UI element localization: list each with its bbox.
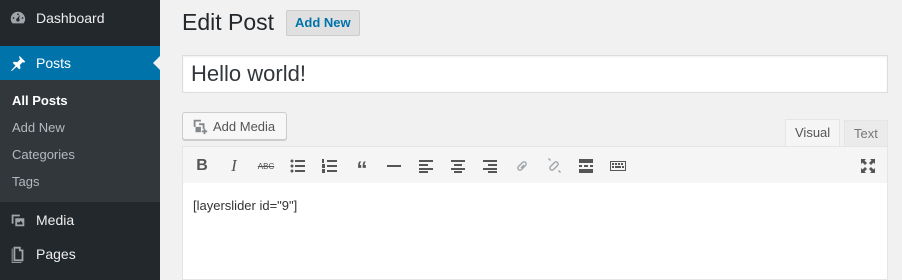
menu-media[interactable]: Media xyxy=(0,203,160,237)
strikethrough-icon[interactable]: ABC xyxy=(254,154,278,178)
menu-dashboard[interactable]: Dashboard xyxy=(0,1,160,35)
admin-sidebar: Dashboard Posts All Posts Add New Catego… xyxy=(0,0,160,280)
align-left-icon[interactable] xyxy=(414,154,438,178)
menu-posts-label: Posts xyxy=(36,55,72,71)
numbered-list-icon[interactable] xyxy=(318,154,342,178)
editor-text: [layerslider id="9"] xyxy=(193,198,298,213)
submenu-tags[interactable]: Tags xyxy=(12,174,39,189)
horizontal-line-icon[interactable] xyxy=(382,154,406,178)
menu-pages[interactable]: Pages xyxy=(0,237,160,271)
menu-posts[interactable]: Posts xyxy=(0,46,160,80)
add-media-button[interactable]: Add Media xyxy=(182,112,287,140)
menu-pages-label: Pages xyxy=(36,246,76,262)
submenu-add-new[interactable]: Add New xyxy=(12,120,65,135)
read-more-icon[interactable] xyxy=(574,154,598,178)
bold-icon[interactable]: B xyxy=(190,154,214,178)
submenu-all-posts[interactable]: All Posts xyxy=(12,93,68,108)
align-center-icon[interactable] xyxy=(446,154,470,178)
italic-icon[interactable]: I xyxy=(222,154,246,178)
blockquote-icon[interactable]: “ xyxy=(350,154,374,182)
media-icon xyxy=(0,211,36,229)
bullet-list-icon[interactable] xyxy=(286,154,310,178)
submenu-categories[interactable]: Categories xyxy=(12,147,75,162)
add-media-icon xyxy=(193,119,208,135)
toolbar-toggle-icon[interactable] xyxy=(606,154,630,178)
menu-dashboard-label: Dashboard xyxy=(36,10,105,26)
pages-icon xyxy=(0,245,36,263)
page-title: Edit Post xyxy=(182,9,275,35)
fullscreen-icon[interactable] xyxy=(856,154,880,178)
pushpin-icon xyxy=(0,54,36,72)
tab-visual[interactable]: Visual xyxy=(785,119,841,147)
dashboard-icon xyxy=(0,9,36,27)
add-new-button[interactable]: Add New xyxy=(286,10,360,36)
add-media-label: Add Media xyxy=(213,118,276,134)
editor-content-area[interactable]: [layerslider id="9"] xyxy=(182,183,888,280)
align-right-icon[interactable] xyxy=(478,154,502,178)
post-title-input[interactable] xyxy=(182,55,888,93)
link-icon[interactable] xyxy=(510,154,534,178)
menu-media-label: Media xyxy=(36,212,75,228)
editor-toolbar: B I ABC “ xyxy=(182,146,888,184)
posts-submenu: All Posts Add New Categories Tags xyxy=(0,80,160,202)
unlink-icon[interactable] xyxy=(542,154,566,178)
tab-text[interactable]: Text xyxy=(844,120,888,147)
active-menu-arrow xyxy=(153,56,160,70)
